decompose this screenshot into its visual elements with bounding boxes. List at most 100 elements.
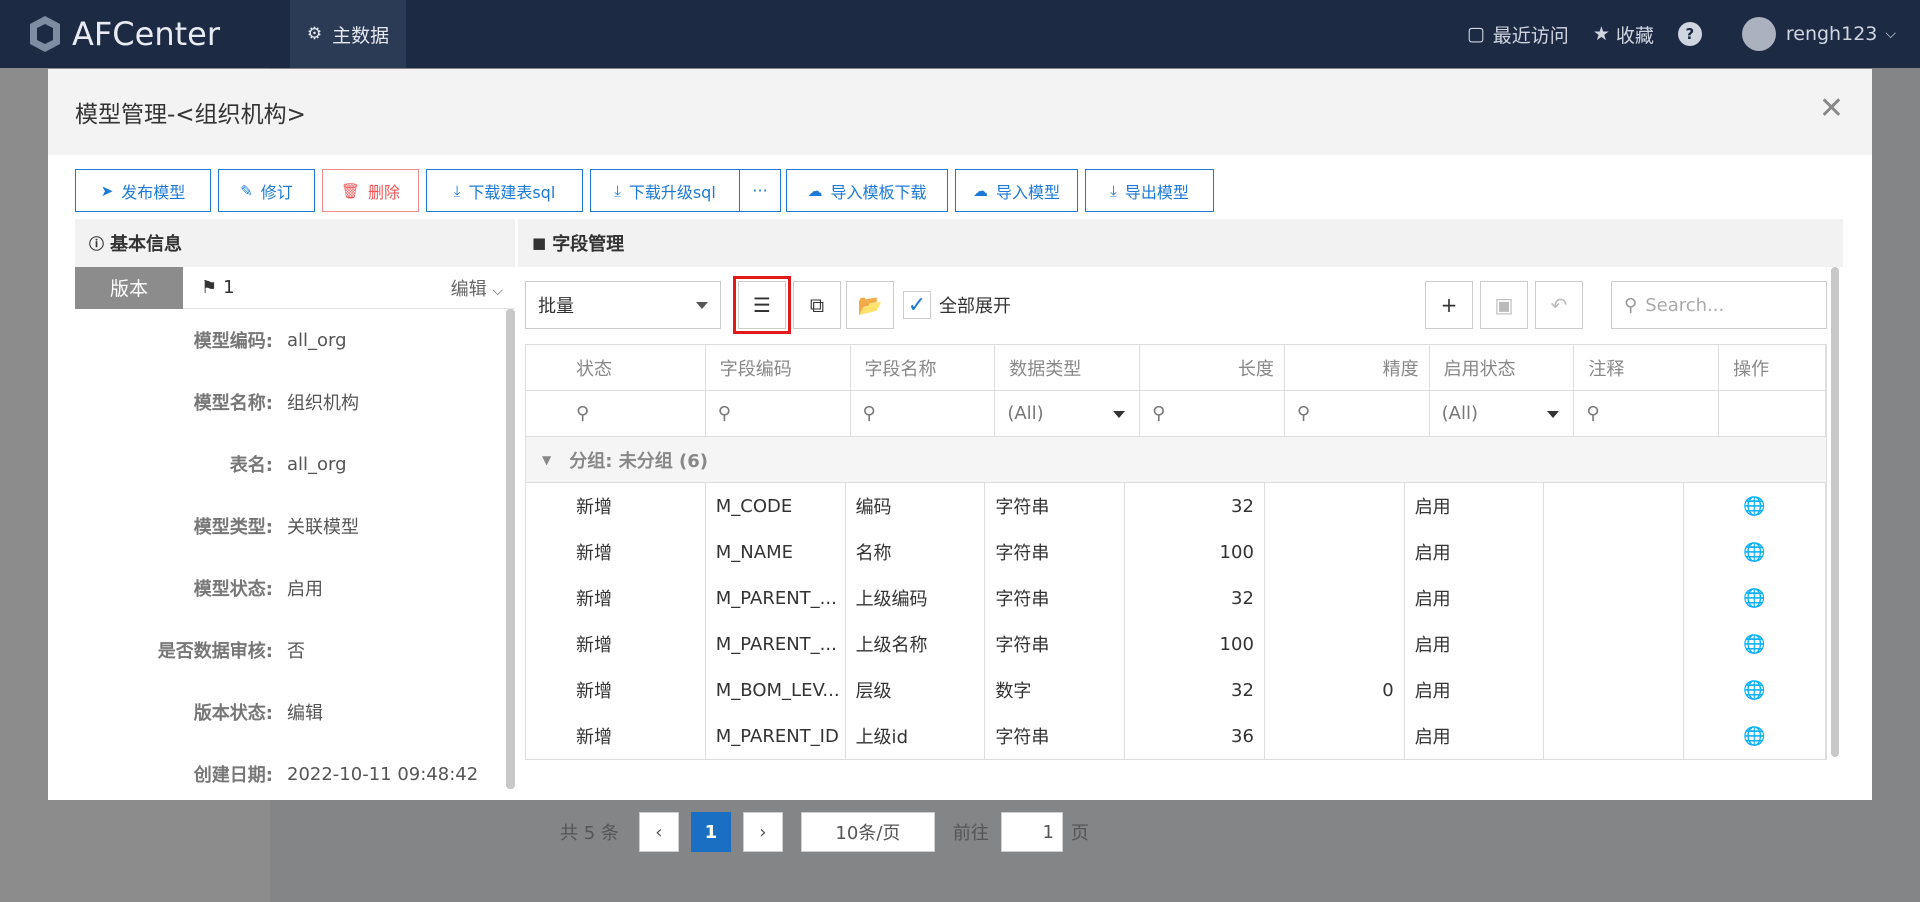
help-icon[interactable]: ? bbox=[1677, 22, 1702, 46]
ordered-list-button[interactable]: ☰ bbox=[733, 276, 791, 334]
avatar[interactable] bbox=[1741, 17, 1776, 51]
delete-button[interactable]: 🗑 删除 bbox=[322, 169, 419, 212]
globe-icon[interactable]: 🌐 bbox=[1743, 588, 1765, 609]
close-icon[interactable]: ✕ bbox=[1819, 91, 1844, 126]
table-row[interactable]: 新增 M_NAME 名称 字符串 100 启用 🌐 bbox=[526, 529, 1827, 575]
info-label: 模型编码: bbox=[193, 331, 273, 352]
column-header[interactable]: 操作 bbox=[1719, 345, 1826, 390]
version-edit-dropdown[interactable]: 编辑 ⌵ bbox=[451, 275, 503, 301]
filter-search-icon[interactable]: ⚲ bbox=[1285, 391, 1430, 436]
info-label: 模型类型: bbox=[193, 517, 273, 538]
globe-icon[interactable]: 🌐 bbox=[1743, 496, 1765, 517]
search-input[interactable]: ⚲ Search... bbox=[1611, 281, 1827, 329]
user-menu[interactable]: rengh123 ⌵ bbox=[1786, 23, 1896, 45]
grid-header-row: 状态 字段编码 字段名称 数据类型 长度 精度 启用状态 注释 操作 bbox=[526, 345, 1826, 391]
globe-icon[interactable]: 🌐 bbox=[1743, 680, 1765, 701]
nav-master-data[interactable]: ⚙ 主数据 bbox=[290, 0, 406, 68]
filter-select[interactable]: (All) bbox=[1430, 391, 1575, 436]
column-header[interactable]: 数据类型 bbox=[995, 345, 1141, 390]
export-model-button[interactable]: ⤓ 导出模型 bbox=[1085, 169, 1214, 212]
info-icon: ⓘ bbox=[89, 234, 105, 253]
cloud-upload-icon: ☁ bbox=[972, 181, 988, 200]
add-row-button[interactable]: + bbox=[1425, 281, 1473, 329]
info-list: 模型编码: all_org 模型名称: 组织机构 表名: all_org 模型类型: 关联模型… bbox=[75, 309, 515, 800]
undo-button[interactable]: ↶ bbox=[1535, 281, 1583, 329]
table-cell: 数字 bbox=[985, 667, 1126, 713]
copy-check-button[interactable]: ⧉ bbox=[793, 281, 841, 329]
info-value: 编辑 bbox=[287, 703, 323, 724]
prev-page-button[interactable]: ‹ bbox=[638, 812, 679, 852]
table-cell bbox=[1544, 483, 1685, 529]
download-upgrade-sql-button[interactable]: ⤓ 下载升级sql bbox=[590, 169, 740, 212]
top-right-actions: ▢ 最近访问 ★ 收藏 ? rengh123 ⌵ bbox=[1467, 0, 1920, 68]
filter-cell[interactable] bbox=[1719, 391, 1826, 436]
group-row[interactable]: ▼ 分组: 未分组 (6) bbox=[526, 437, 1826, 483]
table-cell: M_PARENT_... bbox=[706, 621, 846, 667]
table-row[interactable]: 新增 M_CODE 编码 字符串 32 启用 🌐 bbox=[526, 483, 1827, 529]
column-header[interactable]: 精度 bbox=[1285, 345, 1430, 390]
nav-master-data-label: 主数据 bbox=[332, 24, 390, 47]
page-1-button[interactable]: 1 bbox=[690, 812, 731, 852]
column-header[interactable]: 字段名称 bbox=[851, 345, 996, 390]
globe-icon[interactable]: 🌐 bbox=[1743, 634, 1765, 655]
table-cell: 新增 bbox=[526, 575, 706, 621]
table-cell: 名称 bbox=[846, 529, 986, 575]
download-upgrade-sql-label: 下载升级sql bbox=[628, 182, 716, 202]
table-cell: 🌐 bbox=[1684, 713, 1827, 759]
grid-body: 新增 M_CODE 编码 字符串 32 启用 🌐 新增 M_NAME 名称 字符串 100 启用 🌐 新增 M… bbox=[526, 483, 1827, 759]
field-management-panel: ■ 字段管理 批量 ☰ ⧉ 📂 ✓ 全部展开 + ▣ ↶ ⚲ Search... 状态… bbox=[518, 219, 1843, 800]
revise-button[interactable]: ✎ 修订 bbox=[218, 169, 315, 212]
caret-down-icon: ▼ bbox=[542, 452, 552, 467]
column-header[interactable]: 字段编码 bbox=[706, 345, 851, 390]
column-header[interactable]: 注释 bbox=[1574, 345, 1720, 390]
folder-open-icon: 📂 bbox=[857, 293, 883, 317]
expand-all-checkbox[interactable]: ✓ 全部展开 bbox=[903, 291, 1011, 319]
import-model-button[interactable]: ☁ 导入模型 bbox=[955, 169, 1078, 212]
model-management-dialog: 模型管理-<组织机构> ✕ ➤ 发布模型 ✎ 修订 🗑 删除 ⤓ 下载建表sql ⤓ 下载… bbox=[48, 69, 1872, 800]
more-button[interactable]: ··· bbox=[740, 169, 781, 212]
app-logo[interactable]: AFCenter bbox=[28, 14, 220, 54]
undo-icon: ↶ bbox=[1550, 293, 1568, 317]
top-bar: AFCenter ⚙ 主数据 ▢ 最近访问 ★ 收藏 ? rengh123 ⌵ bbox=[0, 0, 1920, 68]
next-page-button[interactable]: › bbox=[742, 812, 783, 852]
download-create-sql-button[interactable]: ⤓ 下载建表sql bbox=[426, 169, 583, 212]
batch-select[interactable]: 批量 bbox=[525, 281, 721, 329]
table-cell: M_NAME bbox=[706, 529, 846, 575]
publish-model-button[interactable]: ➤ 发布模型 bbox=[75, 169, 211, 212]
scrollbar[interactable] bbox=[506, 309, 515, 789]
table-cell: 启用 bbox=[1405, 713, 1545, 759]
table-row[interactable]: 新增 M_PARENT_... 上级编码 字符串 32 启用 🌐 bbox=[526, 575, 1827, 621]
globe-icon[interactable]: 🌐 bbox=[1743, 726, 1765, 747]
filter-select[interactable]: (All) bbox=[995, 391, 1141, 436]
scrollbar[interactable] bbox=[1831, 267, 1839, 757]
filter-search-icon[interactable]: ⚲ bbox=[526, 391, 706, 436]
table-row[interactable]: 新增 M_BOM_LEV... 层级 数字 32 0 启用 🌐 bbox=[526, 667, 1827, 713]
table-cell bbox=[1544, 713, 1685, 759]
save-button[interactable]: ▣ bbox=[1480, 281, 1528, 329]
column-header[interactable]: 长度 bbox=[1140, 345, 1285, 390]
search-icon: ⚲ bbox=[1624, 294, 1638, 316]
table-cell bbox=[1265, 713, 1405, 759]
goto-page-input[interactable]: 1 bbox=[1000, 812, 1063, 852]
open-folder-button[interactable]: 📂 bbox=[846, 281, 894, 329]
table-cell: 层级 bbox=[846, 667, 986, 713]
info-value: 否 bbox=[287, 641, 305, 662]
favorites-link[interactable]: ★ 收藏 bbox=[1593, 21, 1654, 48]
page-size-select[interactable]: 10条/页 bbox=[800, 812, 935, 852]
table-cell: 🌐 bbox=[1684, 483, 1827, 529]
table-cell bbox=[1265, 483, 1405, 529]
filter-search-icon[interactable]: ⚲ bbox=[1574, 391, 1720, 436]
table-row[interactable]: 新增 M_PARENT_... 上级名称 字符串 100 启用 🌐 bbox=[526, 621, 1827, 667]
table-row[interactable]: 新增 M_PARENT_ID 上级id 字符串 36 启用 🌐 bbox=[526, 713, 1827, 759]
filter-search-icon[interactable]: ⚲ bbox=[706, 391, 851, 436]
column-header[interactable]: 状态 bbox=[526, 345, 706, 390]
globe-icon[interactable]: 🌐 bbox=[1743, 542, 1765, 563]
table-cell: 🌐 bbox=[1684, 621, 1827, 667]
table-cell: 启用 bbox=[1405, 621, 1545, 667]
import-template-download-button[interactable]: ☁ 导入模板下载 bbox=[786, 169, 948, 212]
filter-search-icon[interactable]: ⚲ bbox=[851, 391, 996, 436]
recent-visits-link[interactable]: ▢ 最近访问 bbox=[1467, 21, 1569, 48]
info-row: 模型名称: 组织机构 bbox=[75, 371, 515, 433]
filter-search-icon[interactable]: ⚲ bbox=[1140, 391, 1285, 436]
column-header[interactable]: 启用状态 bbox=[1430, 345, 1575, 390]
